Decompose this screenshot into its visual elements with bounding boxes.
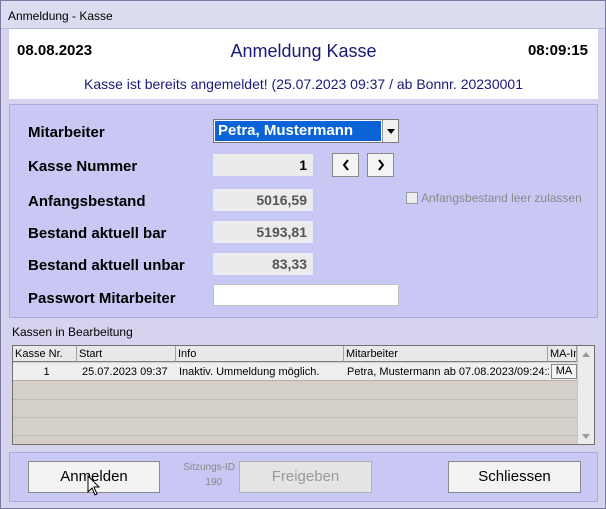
cell-start: 25.07.2023 09:37 [82, 366, 168, 378]
mouse-cursor-icon [87, 475, 101, 496]
cell-mitarbeiter: Petra, Mustermann ab 07.08.2023/09:24:2 [347, 366, 549, 378]
scroll-up-arrow-icon[interactable] [578, 346, 594, 362]
chevron-left-icon [342, 159, 349, 171]
session-id-label: Sitzungs-ID [183, 462, 235, 473]
table-scrollbar[interactable] [577, 346, 594, 444]
scroll-down-arrow-icon[interactable] [578, 428, 594, 444]
previous-kasse-button[interactable] [332, 153, 359, 177]
mitarbeiter-select[interactable]: Petra, Mustermann [213, 119, 399, 143]
kasse-nummer-label: Kasse Nummer [28, 158, 138, 175]
table-row[interactable]: 1 25.07.2023 09:37 Inaktiv. Ummeldung mö… [13, 363, 577, 381]
column-header-mitarbeiter[interactable]: Mitarbeiter [344, 346, 548, 362]
cell-info: Inaktiv. Ummeldung möglich. [179, 366, 320, 378]
current-time: 08:09:15 [527, 42, 588, 59]
page-title: Anmeldung Kasse [230, 41, 377, 61]
anfangsbestand-leer-checkbox[interactable]: Anfangsbestand leer zulassen [406, 191, 582, 205]
schliessen-button[interactable]: Schliessen [448, 461, 581, 493]
passwort-label: Passwort Mitarbeiter [28, 290, 176, 307]
session-id-value: 190 [205, 477, 222, 488]
status-message: Kasse ist bereits angemeldet! (25.07.202… [84, 76, 523, 92]
empty-row [13, 400, 577, 418]
column-header-info[interactable]: Info [176, 346, 344, 362]
passwort-input[interactable] [213, 284, 399, 306]
kassen-table[interactable]: Kasse Nr. Start Info Mitarbeiter MA-In 1… [12, 345, 595, 445]
column-header-ma-in[interactable]: MA-In [548, 346, 577, 362]
empty-row [13, 418, 577, 436]
bestand-unbar-field: 83,33 [213, 253, 313, 275]
kassen-section-label: Kassen in Bearbeitung [12, 325, 133, 339]
ma-button[interactable]: MA [551, 364, 577, 379]
header-panel: 08.08.2023 Anmeldung Kasse 08:09:15 Kass… [9, 29, 598, 99]
cell-kasse-nr: 1 [43, 366, 50, 378]
anfangsbestand-field: 5016,59 [213, 189, 313, 211]
kasse-nummer-field: 1 [213, 154, 313, 176]
column-header-start[interactable]: Start [77, 346, 176, 362]
chevron-down-icon[interactable] [382, 120, 398, 142]
mitarbeiter-selected-value: Petra, Mustermann [215, 121, 381, 141]
anfangsbestand-leer-label: Anfangsbestand leer zulassen [421, 191, 582, 205]
chevron-right-icon [377, 159, 384, 171]
column-header-kasse-nr[interactable]: Kasse Nr. [13, 346, 77, 362]
table-header: Kasse Nr. Start Info Mitarbeiter MA-In [13, 346, 577, 362]
login-window: Anmeldung - Kasse 08.08.2023 Anmeldung K… [0, 0, 606, 509]
empty-row [13, 382, 577, 400]
window-title: Anmeldung - Kasse [8, 9, 113, 23]
anfangsbestand-label: Anfangsbestand [28, 193, 146, 210]
mitarbeiter-label: Mitarbeiter [28, 124, 105, 141]
freigeben-button[interactable]: Freigeben [239, 461, 372, 493]
login-form: Mitarbeiter Petra, Mustermann Kasse Numm… [9, 104, 598, 318]
bestand-unbar-label: Bestand aktuell unbar [28, 257, 185, 274]
bestand-bar-label: Bestand aktuell bar [28, 225, 167, 242]
checkbox-box[interactable] [406, 192, 418, 204]
title-bar[interactable]: Anmeldung - Kasse [1, 1, 605, 29]
next-kasse-button[interactable] [367, 153, 394, 177]
bestand-bar-field: 5193,81 [213, 221, 313, 243]
